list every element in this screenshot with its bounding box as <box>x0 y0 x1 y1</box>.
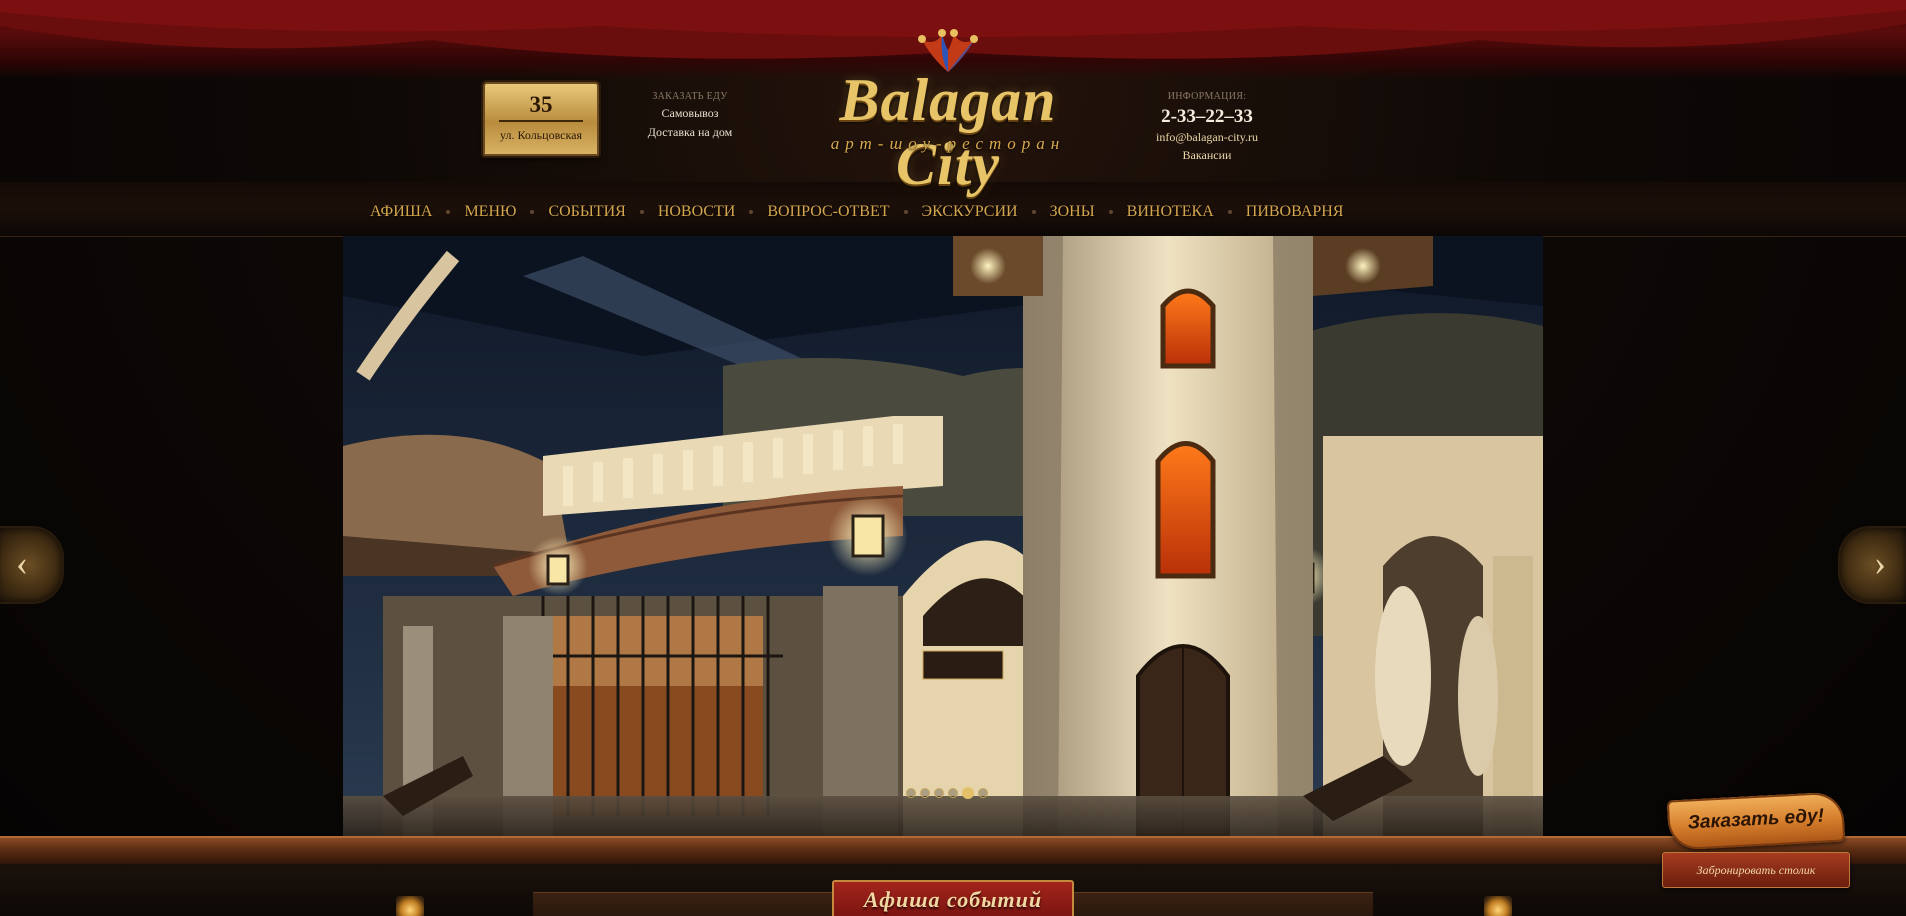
nav-separator <box>530 210 535 214</box>
logo-title: Balagan City <box>839 67 1057 197</box>
vacancies-link[interactable]: Вакансии <box>1140 148 1274 163</box>
hero-slider[interactable] <box>343 236 1543 836</box>
slider-dot-active[interactable] <box>962 787 974 799</box>
address-number: 35 <box>529 92 553 117</box>
lamp-icon <box>1484 896 1512 916</box>
slider-dot[interactable] <box>906 788 916 798</box>
email-link[interactable]: info@balagan-city.ru <box>1140 130 1274 145</box>
chevron-left-icon: ‹ <box>16 543 28 583</box>
lamp-icon <box>396 896 424 916</box>
nav-separator <box>903 210 908 214</box>
slider-dot[interactable] <box>978 788 988 798</box>
nav-separator <box>639 210 644 214</box>
nav-item-menu[interactable]: МЕНЮ <box>464 203 516 221</box>
nav-item-wine[interactable]: ВИНОТЕКА <box>1127 203 1214 221</box>
logo-subtitle: арт-шоу-ресторан <box>830 134 1066 153</box>
nav-separator <box>1108 210 1113 214</box>
order-food-button[interactable]: Заказать еду! <box>1666 791 1846 851</box>
nav-item-news[interactable]: НОВОСТИ <box>658 203 736 221</box>
slider-prev-button[interactable]: ‹ <box>0 528 62 602</box>
nav-item-events[interactable]: СОБЫТИЯ <box>548 203 625 221</box>
nav-item-brewery[interactable]: ПИВОВАРНЯ <box>1246 203 1344 221</box>
wood-divider <box>0 836 1906 866</box>
slider-dot[interactable] <box>920 788 930 798</box>
main-nav: АФИША МЕНЮ СОБЫТИЯ НОВОСТИ ВОПРОС-ОТВЕТ … <box>370 198 1370 226</box>
slider-next-button[interactable]: › <box>1840 528 1906 602</box>
chevron-right-icon: › <box>1874 543 1886 583</box>
address-street: ул. Кольцовская <box>499 128 582 142</box>
nav-separator <box>1031 210 1036 214</box>
pickup-link[interactable]: Самовывоз <box>640 106 740 121</box>
nav-item-afisha[interactable]: АФИША <box>370 203 432 221</box>
order-widget: Заказать еду! Забронировать столик <box>1662 791 1850 892</box>
order-food-block: ЗАКАЗАТЬ ЕДУ Самовывоз Доставка на дом <box>640 91 740 140</box>
nav-item-zones[interactable]: ЗОНЫ <box>1050 203 1095 221</box>
site-logo[interactable]: Balagan City арт-шоу-ресторан <box>790 28 1106 196</box>
nav-separator <box>1227 210 1232 214</box>
delivery-link[interactable]: Доставка на дом <box>640 125 740 140</box>
info-block: ИНФОРМАЦИЯ: 2-33–22–33 info@balagan-city… <box>1140 91 1274 163</box>
slider-dots <box>906 786 988 800</box>
reserve-table-button[interactable]: Забронировать столик <box>1662 852 1850 888</box>
info-caption: ИНФОРМАЦИЯ: <box>1167 91 1247 102</box>
nav-separator <box>749 210 754 214</box>
site-header: 35 ул. Кольцовская ЗАКАЗАТЬ ЕДУ Самовыво… <box>0 0 1906 237</box>
nav-item-faq[interactable]: ВОПРОС-ОТВЕТ <box>767 203 889 221</box>
address-divider <box>499 120 583 122</box>
nav-item-excursions[interactable]: ЭКСКУРСИИ <box>922 203 1018 221</box>
afisha-events-tab[interactable]: Афиша событий <box>832 880 1074 916</box>
slider-dot[interactable] <box>934 788 944 798</box>
address-plate[interactable]: 35 ул. Кольцовская <box>483 82 599 156</box>
page: 35 ул. Кольцовская ЗАКАЗАТЬ ЕДУ Самовыво… <box>0 0 1906 916</box>
slider-dot[interactable] <box>948 788 958 798</box>
order-food-caption: ЗАКАЗАТЬ ЕДУ <box>652 91 728 102</box>
phone-number[interactable]: 2-33–22–33 <box>1140 106 1274 128</box>
nav-separator <box>446 210 451 214</box>
slide-image <box>343 236 1543 836</box>
